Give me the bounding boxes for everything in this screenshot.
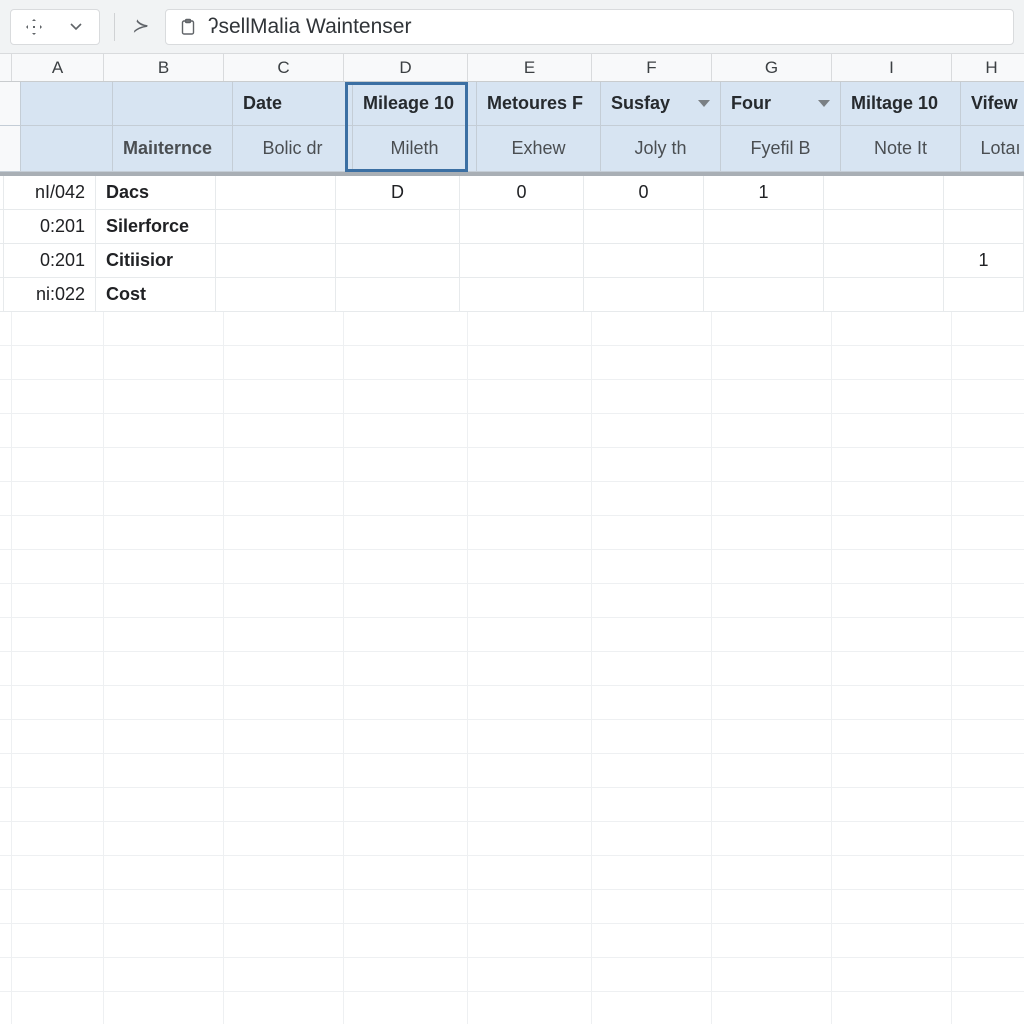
h1-F[interactable]: Susfay [601,82,721,126]
h2-A[interactable] [21,126,113,172]
move-icon [23,16,45,38]
cell-G-2[interactable] [704,210,824,244]
col-letter-F[interactable]: F [592,54,712,81]
h2-B[interactable]: Maiıternce [113,126,233,172]
chevron-down-icon[interactable] [65,16,87,38]
h1-A[interactable] [21,82,113,126]
cell-I-1[interactable] [824,176,944,210]
h1-G[interactable]: Four [721,82,841,126]
row-stub [0,126,21,172]
h2-D[interactable]: Mileth [353,126,477,172]
row-stub [0,82,21,126]
data-rows: nI/042DacsD001 0:201Silerforce 0:201Citi… [0,176,1024,312]
cell-D-2[interactable] [336,210,460,244]
cell-E-2[interactable] [460,210,584,244]
col-letter-H[interactable]: H [952,54,1024,81]
h2-H[interactable]: Lotaı [961,126,1024,172]
cell-G-4[interactable] [704,278,824,312]
h1-I[interactable]: Miltage 10 [841,82,961,126]
cell-D-3[interactable] [336,244,460,278]
filter-icon[interactable] [698,100,710,107]
empty-grid-area[interactable] [0,312,1024,1024]
clipboard-icon [178,17,198,37]
col-letter-I[interactable]: I [832,54,952,81]
cell-D-4[interactable] [336,278,460,312]
cell-A-2[interactable]: 0:201 [4,210,96,244]
cell-I-4[interactable] [824,278,944,312]
col-letter-D[interactable]: D [344,54,468,81]
h1-G-label: Four [731,93,771,114]
cell-H-1[interactable] [944,176,1024,210]
h2-E[interactable]: Exhew [477,126,601,172]
cell-G-3[interactable] [704,244,824,278]
cell-A-4[interactable]: ni:022 [4,278,96,312]
col-letter-A[interactable]: A [12,54,104,81]
table-row: ni:022Cost [0,278,1024,312]
formula-bar[interactable] [165,9,1014,45]
cell-B-3[interactable]: Citiisior [96,244,216,278]
cell-D-1[interactable]: D [336,176,460,210]
toolbar-divider [114,13,115,41]
toolbar: ≻ [0,0,1024,54]
table-row: 0:201Silerforce [0,210,1024,244]
fx-arrow-icon[interactable]: ≻ [129,16,151,38]
h1-B[interactable] [113,82,233,126]
formula-input[interactable] [208,15,1001,39]
h2-G[interactable]: Fyefil B [721,126,841,172]
cell-B-4[interactable]: Cost [96,278,216,312]
cell-H-2[interactable] [944,210,1024,244]
cell-C-3[interactable] [216,244,336,278]
col-letter-E[interactable]: E [468,54,592,81]
h1-C[interactable]: Date [233,82,353,126]
h2-F[interactable]: Joly th [601,126,721,172]
h2-I[interactable]: Note It [841,126,961,172]
name-box[interactable] [10,9,100,45]
h1-F-label: Susfay [611,93,670,114]
h2-C[interactable]: Bolic dr [233,126,353,172]
cell-F-1[interactable]: 0 [584,176,704,210]
col-letter-G[interactable]: G [712,54,832,81]
header-row-2: Maiıternce Bolic dr Mileth Exhew Joly th… [0,126,1024,172]
corner-stub[interactable] [0,54,12,81]
cell-C-4[interactable] [216,278,336,312]
cell-E-1[interactable]: 0 [460,176,584,210]
col-letter-C[interactable]: C [224,54,344,81]
spreadsheet-grid[interactable]: A B C D E F G I H Date Mileage 10 Metour… [0,54,1024,1024]
cell-H-3[interactable]: 1 [944,244,1024,278]
header-row-1: Date Mileage 10 Metoures F Susfay Four M… [0,82,1024,126]
h1-H[interactable]: Vifew [961,82,1024,126]
cell-B-2[interactable]: Silerforce [96,210,216,244]
cell-C-2[interactable] [216,210,336,244]
cell-G-1[interactable]: 1 [704,176,824,210]
cell-C-1[interactable] [216,176,336,210]
filter-icon[interactable] [818,100,830,107]
cell-I-3[interactable] [824,244,944,278]
h1-D[interactable]: Mileage 10 [353,82,477,126]
cell-A-1[interactable]: nI/042 [4,176,96,210]
column-letters-row: A B C D E F G I H [0,54,1024,82]
table-row: nI/042DacsD001 [0,176,1024,210]
cell-F-4[interactable] [584,278,704,312]
col-letter-B[interactable]: B [104,54,224,81]
cell-F-3[interactable] [584,244,704,278]
cell-E-3[interactable] [460,244,584,278]
cell-B-1[interactable]: Dacs [96,176,216,210]
cell-E-4[interactable] [460,278,584,312]
cell-A-3[interactable]: 0:201 [4,244,96,278]
cell-F-2[interactable] [584,210,704,244]
table-row: 0:201Citiisior 1 [0,244,1024,278]
h1-E[interactable]: Metoures F [477,82,601,126]
cell-I-2[interactable] [824,210,944,244]
cell-H-4[interactable] [944,278,1024,312]
